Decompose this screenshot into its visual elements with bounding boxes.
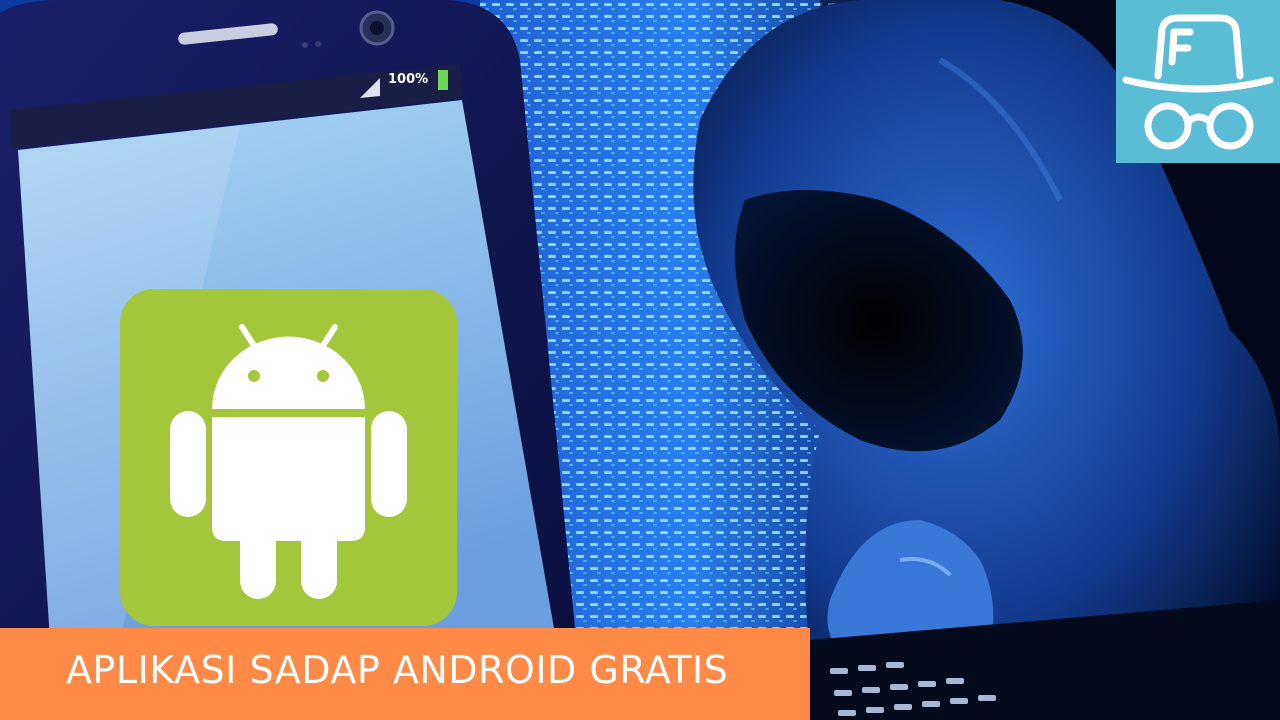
battery-percentage: 100% [388, 72, 429, 87]
android-logo-badge [120, 289, 457, 626]
banner-title: APLIKASI SADAP ANDROID GRATIS [66, 648, 729, 692]
incognito-hat-glasses-icon [1122, 14, 1274, 150]
android-robot-icon [170, 324, 407, 599]
front-camera-icon [359, 10, 395, 46]
incognito-badge [1116, 0, 1280, 163]
